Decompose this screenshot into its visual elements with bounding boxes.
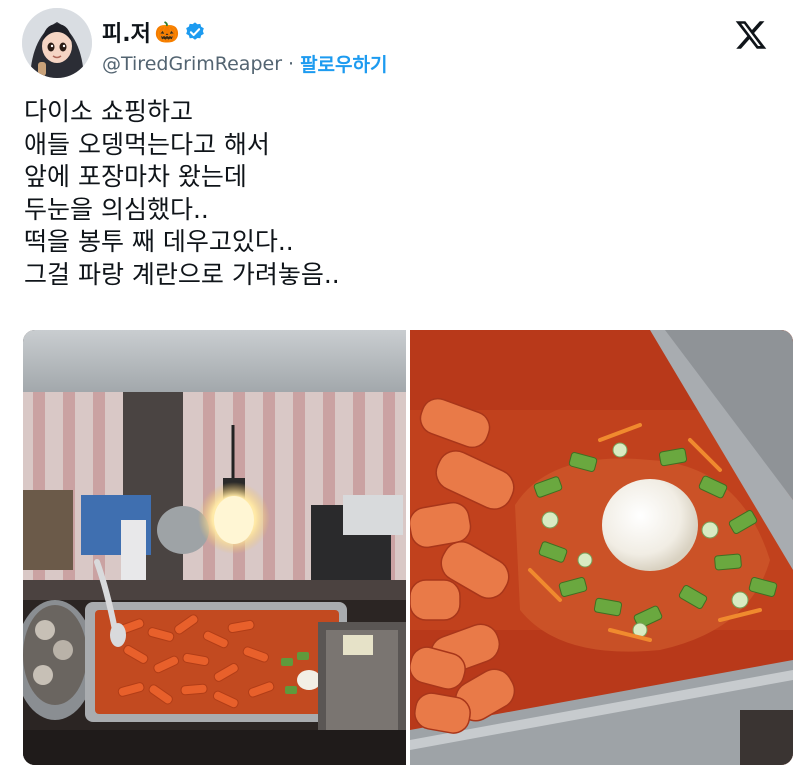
follow-button[interactable]: 팔로우하기 [300,50,387,77]
tweet-header: 피.저 🎃 @TiredGrimReaper · 팔로우하기 [22,8,800,78]
tweet-line: 애들 오뎅먹는다고 해서 [24,129,270,159]
media-grid [23,330,793,765]
name-row: 피.저 🎃 [102,16,206,48]
separator-dot: · [288,52,295,75]
closeup-photo[interactable] [410,330,793,765]
display-name[interactable]: 피.저 [102,16,151,48]
tteokbokki-closeup-image [410,330,793,765]
tweet-line: 두눈을 의심했다.. [24,194,209,224]
tweet-line: 다이소 쇼핑하고 [24,97,193,126]
tweet-line: 떡을 봉투 째 데우고있다.. [24,227,294,256]
street-stall-photo[interactable] [23,330,406,765]
avatar-illustration [22,8,92,78]
tteokbokki-stall-image [23,330,406,765]
tweet-text: 다이소 쇼핑하고 애들 오뎅먹는다고 해서 앞에 포장마차 왔는데 두눈을 의심… [24,96,764,291]
user-handle[interactable]: @TiredGrimReaper [102,53,282,75]
verified-badge-icon [185,22,204,40]
tweet-line: 앞에 포장마차 왔는데 [24,162,247,191]
pumpkin-emoji: 🎃 [154,20,180,44]
x-logo-icon[interactable] [734,18,768,52]
avatar[interactable] [22,8,92,78]
handle-row: @TiredGrimReaper · 팔로우하기 [102,50,387,77]
tweet-line: 그걸 파랑 계란으로 가려놓음.. [24,259,340,289]
